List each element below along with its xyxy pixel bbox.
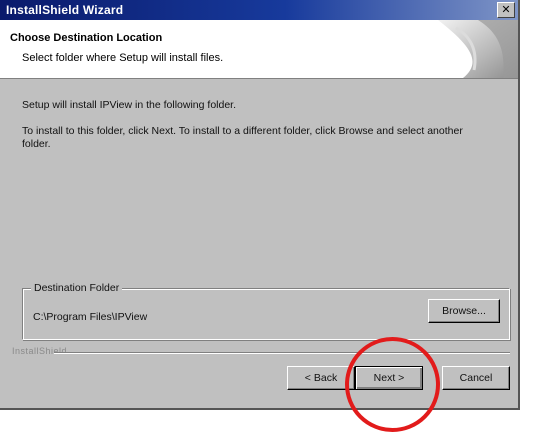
next-button-highlight-circle: [345, 337, 440, 432]
destination-path: C:\Program Files\IPView: [33, 311, 148, 323]
wizard-header: Choose Destination Location Select folde…: [0, 20, 518, 79]
title-bar[interactable]: InstallShield Wizard ✕: [0, 0, 518, 20]
wizard-header-graphic-icon: [408, 20, 518, 78]
instructions-text: To install to this folder, click Next. T…: [22, 125, 463, 150]
page-title: Choose Destination Location: [10, 32, 163, 44]
installshield-brand-label: InstallShield: [12, 346, 68, 356]
page-subtitle: Select folder where Setup will install f…: [22, 52, 224, 64]
window-title: InstallShield Wizard: [6, 3, 124, 17]
installshield-wizard-dialog: InstallShield Wizard ✕ Choose Destinatio…: [0, 0, 520, 410]
destination-folder-label: Destination Folder: [31, 282, 123, 294]
install-location-text: Setup will install IPView in the followi…: [22, 99, 237, 111]
browse-button[interactable]: Browse...: [428, 299, 500, 323]
footer-divider: [54, 352, 510, 354]
close-button[interactable]: ✕: [497, 2, 515, 18]
destination-folder-group: Destination Folder C:\Program Files\IPVi…: [22, 282, 510, 340]
close-icon: ✕: [501, 3, 511, 16]
cancel-button[interactable]: Cancel: [442, 366, 510, 390]
